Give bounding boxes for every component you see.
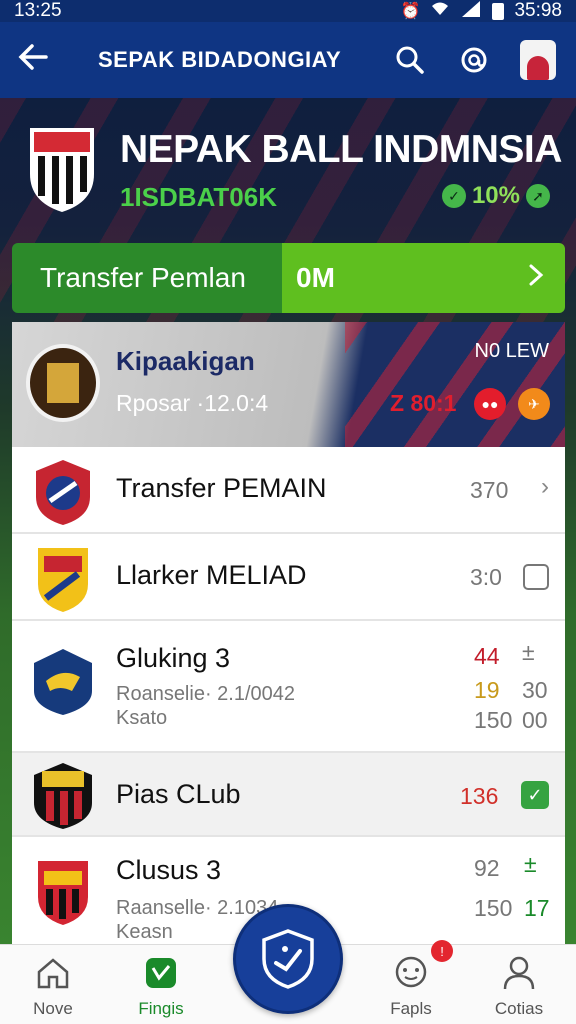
list-item[interactable]: Llarker MELIAD 3:0: [12, 534, 565, 621]
check-circle-icon: ✓: [441, 184, 466, 208]
hero-banner: NEPAK BALL INDMNSIA 1ISDBAT06K ✓ 10% ➚: [0, 98, 576, 243]
transfer-bar[interactable]: Transfer Pemlan 0M: [12, 243, 565, 313]
list-item-sub: Roanselie· 2.1/0042: [116, 683, 296, 705]
featured-club-row[interactable]: Kipaakigan Rposar ·12.0:4 N0 LEW Z 80:1 …: [12, 322, 565, 447]
featured-club-name: Kipaakigan: [116, 346, 255, 376]
notification-badge-icon: !: [431, 940, 453, 962]
club-list: Kipaakigan Rposar ·12.0:4 N0 LEW Z 80:1 …: [12, 322, 565, 944]
club-crest-icon: [36, 460, 90, 525]
featured-stat: Z 80:1: [390, 390, 457, 416]
chevron-right-icon: ›: [541, 473, 549, 500]
plus-minus-icon: ±: [524, 851, 537, 877]
nav-item-apps[interactable]: Fapls: [366, 953, 456, 1019]
club-crest-icon: [34, 649, 92, 715]
back-arrow-icon[interactable]: [16, 42, 66, 78]
stat-value: 44: [474, 643, 500, 669]
list-item[interactable]: Transfer PEMAIN 370 ›: [12, 447, 565, 534]
featured-club-logo: [26, 344, 100, 422]
list-item-name: Llarker MELIAD: [116, 560, 307, 590]
stat-value: 17: [524, 895, 550, 921]
shield-icon: [262, 929, 314, 989]
app-bar: SEPAK BIDADONGIAY: [0, 22, 576, 98]
club-crest-icon: [30, 128, 94, 212]
nav-item-profile[interactable]: Cotias: [474, 953, 564, 1019]
signal-icon: [460, 0, 482, 22]
list-item-name: Transfer PEMAIN: [116, 473, 327, 503]
verified-icon: [116, 953, 206, 993]
stat-value: 92: [474, 855, 500, 881]
chevron-right-icon: [525, 262, 547, 294]
hero-title: NEPAK BALL INDMNSIA: [120, 128, 562, 171]
app-title: SEPAK BIDADONGIAY: [98, 47, 342, 72]
search-icon[interactable]: [388, 38, 432, 82]
share-at-icon[interactable]: [452, 38, 496, 82]
status-time: 13:25: [14, 0, 62, 21]
stat-value: 150: [474, 707, 513, 733]
club-crest-icon: [34, 763, 92, 829]
alarm-icon: ⏰: [400, 3, 421, 20]
check-icon[interactable]: ✓: [521, 781, 549, 809]
club-crest-icon: [38, 548, 88, 612]
status-clock-right: 35:98: [514, 0, 562, 21]
nav-item-findings[interactable]: Fingis: [116, 953, 206, 1019]
list-item-name: Clusus 3: [116, 855, 222, 885]
action-circle-icon[interactable]: ✈: [518, 388, 550, 420]
transfer-value: 0M: [296, 262, 335, 293]
avatar-icon: [520, 40, 556, 80]
center-action-button[interactable]: [233, 904, 343, 1014]
hero-percent: ✓ 10% ➚: [441, 182, 550, 210]
battery-icon: [492, 2, 505, 20]
wifi-icon: [430, 1, 450, 22]
profile-avatar[interactable]: [516, 38, 560, 82]
list-item-sub: Ksato: [116, 707, 168, 729]
list-item[interactable]: Gluking 3 Roanselie· 2.1/0042 Ksato 44 1…: [12, 621, 565, 753]
stat-value: 19: [474, 677, 500, 703]
list-item-sub: Keasn: [116, 921, 173, 943]
nav-label: Nove: [33, 999, 73, 1018]
nav-label: Fapls: [390, 999, 432, 1018]
person-icon: [474, 953, 564, 993]
list-item-name: Pias CLub: [116, 779, 241, 809]
status-icons: ⏰ 35:98: [401, 0, 562, 22]
list-item-name: Gluking 3: [116, 643, 231, 673]
record-dot-icon: ●●: [474, 388, 506, 420]
nav-item-home[interactable]: Nove: [8, 953, 98, 1019]
hero-subtitle: 1ISDBAT06K: [120, 182, 278, 212]
featured-badge: N0 LEW: [474, 340, 549, 362]
home-icon: [8, 953, 98, 993]
list-item-value: 136: [460, 783, 499, 809]
close-box-icon[interactable]: [523, 564, 549, 590]
stat-value: 00: [522, 707, 548, 733]
list-item-value: 370: [470, 477, 509, 503]
stat-value: 30: [522, 677, 548, 703]
transfer-value-cell: 0M: [282, 243, 565, 313]
status-bar: 13:25 ⏰ 35:98: [0, 0, 576, 22]
nav-label: Cotias: [494, 999, 544, 1018]
list-item-value: 3:0: [470, 564, 502, 590]
stat-value: 150: [474, 895, 513, 921]
nav-label: Fingis: [138, 999, 184, 1018]
featured-club-meta: Rposar ·12.0:4: [116, 390, 269, 416]
arrow-circle-icon: ➚: [526, 184, 550, 208]
hero-percent-value: 10%: [471, 182, 520, 209]
equals-icon: ±: [522, 639, 535, 665]
transfer-label: Transfer Pemlan: [12, 243, 282, 313]
list-item[interactable]: Pias CLub 136 ✓: [12, 753, 565, 837]
club-crest-icon: [38, 861, 88, 925]
